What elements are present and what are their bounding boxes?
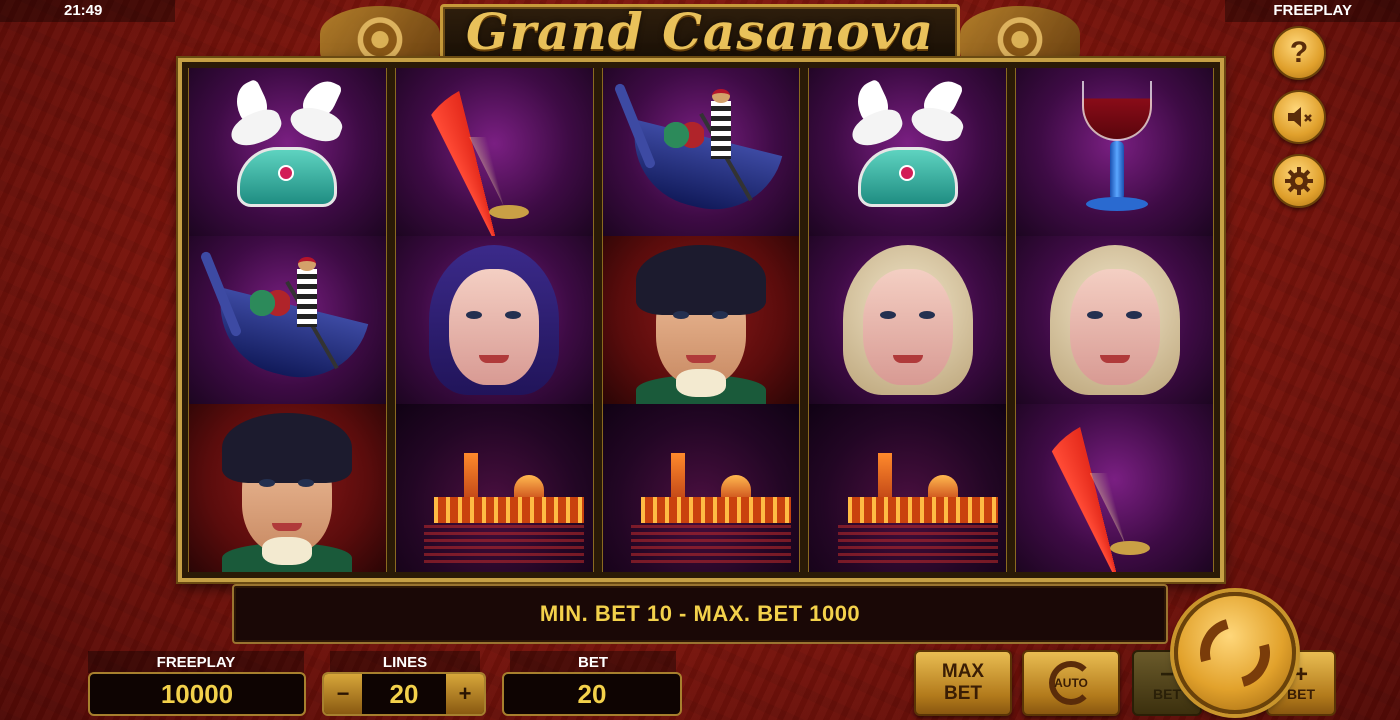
symbol-venice-night <box>395 404 593 572</box>
reel-2 <box>394 68 594 572</box>
autoplay-button[interactable]: AUTO <box>1022 650 1120 716</box>
lines-decrease-button[interactable]: − <box>324 674 362 714</box>
clock: 21:49 <box>0 0 175 22</box>
logo-ornament-left <box>320 6 440 62</box>
symbol-casanova <box>189 404 386 572</box>
bet-increase-label: BET <box>1287 686 1315 702</box>
reel-3 <box>601 68 801 572</box>
lines-label: LINES <box>330 651 480 673</box>
reel-1 <box>188 68 387 572</box>
reels-frame <box>178 58 1224 582</box>
bet-decrease-label: BET <box>1153 686 1181 702</box>
message-bar: MIN. BET 10 - MAX. BET 1000 <box>232 584 1168 644</box>
symbol-fan <box>1016 404 1213 572</box>
max-bet-label-line1: MAX <box>941 661 985 682</box>
spin-arrows-icon <box>1187 605 1283 701</box>
bet-value: 20 <box>502 672 682 716</box>
max-bet-label-line2: BET <box>944 683 982 704</box>
help-icon: ? <box>1289 36 1309 69</box>
autoplay-label: AUTO <box>1054 676 1088 690</box>
symbol-gondola <box>189 236 386 404</box>
reel-4 <box>808 68 1008 572</box>
max-bet-button[interactable]: MAX BET <box>914 650 1012 716</box>
sound-muted-icon <box>1288 107 1312 127</box>
minus-icon: − <box>1159 661 1174 688</box>
plus-icon: + <box>1293 661 1308 688</box>
lines-stepper: − 20 + <box>322 672 486 716</box>
lines-value: 20 <box>389 678 419 709</box>
symbol-gondola <box>602 68 800 236</box>
help-button[interactable]: ? <box>1272 26 1326 80</box>
symbol-venice-night <box>602 404 800 572</box>
symbol-wine-goblet <box>1016 68 1213 236</box>
balance-value: 10000 <box>88 672 306 716</box>
symbol-venice-night <box>809 404 1007 572</box>
balance-label: FREEPLAY <box>88 651 304 673</box>
settings-button[interactable] <box>1272 154 1326 208</box>
symbol-fan <box>395 68 593 236</box>
reel-5 <box>1015 68 1214 572</box>
logo-ornament-right <box>960 6 1080 62</box>
game-title: Grand Casanova <box>465 2 935 61</box>
symbol-blonde-woman <box>1016 236 1213 404</box>
bet-label: BET <box>510 651 676 673</box>
symbol-jewelry-box <box>189 68 386 236</box>
symbol-jewelry-box <box>809 68 1007 236</box>
lines-increase-button[interactable]: + <box>446 674 484 714</box>
sound-toggle-button[interactable] <box>1272 90 1326 144</box>
symbol-dark-haired-woman <box>395 236 593 404</box>
gear-icon <box>1285 167 1313 195</box>
symbol-blonde-woman <box>809 236 1007 404</box>
spin-button[interactable] <box>1174 592 1296 714</box>
mode-label: FREEPLAY <box>1225 0 1400 22</box>
autoplay-icon: AUTO <box>1049 661 1093 705</box>
symbol-casanova <box>602 236 800 404</box>
